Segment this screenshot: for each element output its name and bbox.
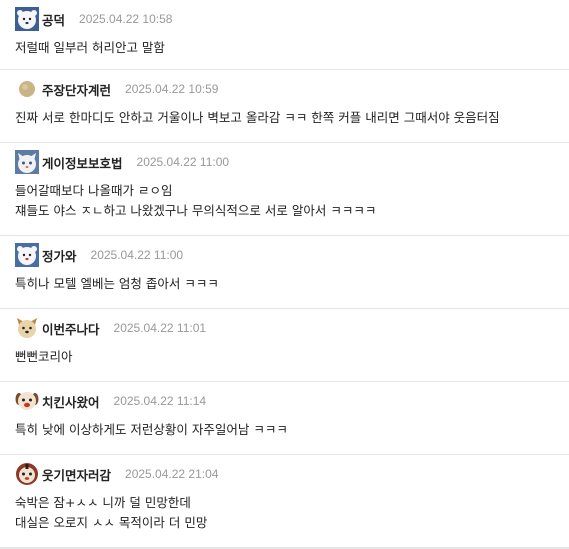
- comment-date: 2025.04.22 11:00: [136, 155, 230, 169]
- comment-text-line: 숙박은 잠+ㅅㅅ 니까 덜 민망한데: [15, 495, 191, 510]
- comment-item: 주장단자계런 2025.04.22 10:59 진짜 서로 한마디도 안하고 거…: [0, 70, 569, 143]
- comment-nickname[interactable]: 이번주나다: [42, 319, 100, 338]
- comment-header: 게이정보보호법 2025.04.22 11:00: [15, 149, 563, 175]
- comment-header: 치킨사왔어 2025.04.22 11:14: [15, 388, 563, 414]
- comment-nickname[interactable]: 공덕: [42, 10, 65, 29]
- puppy-avatar-icon[interactable]: [15, 389, 39, 413]
- comment-nickname[interactable]: 치킨사왔어: [42, 392, 100, 411]
- comment-date: 2025.04.22 11:01: [113, 321, 207, 335]
- comment-item: 이번주나다 2025.04.22 11:01 뻔뻔코리아: [0, 309, 569, 382]
- comment-item: 정가와 2025.04.22 11:00 특히나 모텔 엘베는 엄청 좁아서 ㅋ…: [0, 236, 569, 309]
- comment-nickname[interactable]: 웃기면자러감: [42, 465, 111, 484]
- polar-bear-avatar-icon[interactable]: [15, 7, 39, 31]
- cat-avatar-icon[interactable]: [15, 150, 39, 174]
- comment-body: 숙박은 잠+ㅅㅅ 니까 덜 민망한데 대실은 오로지 ㅅㅅ 목적이라 더 민망: [15, 487, 563, 533]
- comment-date: 2025.04.22 10:58: [79, 12, 173, 26]
- comment-body: 진짜 서로 한마디도 안하고 거울이나 벽보고 올라감 ㅋㅋ 한쪽 커플 내리면…: [15, 102, 563, 128]
- comment-body: 특히나 모텔 엘베는 엄청 좁아서 ㅋㅋㅋ: [15, 268, 563, 294]
- comment-date: 2025.04.22 21:04: [125, 467, 219, 481]
- comment-item: 치킨사왔어 2025.04.22 11:14 특히 낮에 이상하게도 저런상황이…: [0, 382, 569, 455]
- comment-header: 이번주나다 2025.04.22 11:01: [15, 315, 563, 341]
- polar-bear-avatar-icon[interactable]: [15, 243, 39, 267]
- comment-text-line: 들어갈때보다 나올때가 ㄹㅇ임: [15, 183, 173, 198]
- comment-text-line: 특히 낮에 이상하게도 저런상황이 자주일어남 ㅋㅋㅋ: [15, 422, 288, 437]
- comment-body: 특히 낮에 이상하게도 저런상황이 자주일어남 ㅋㅋㅋ: [15, 414, 563, 440]
- comment-item: 공덕 2025.04.22 10:58 저럴때 일부러 허리안고 말함: [0, 0, 569, 70]
- comment-list: 공덕 2025.04.22 10:58 저럴때 일부러 허리안고 말함 주장단자…: [0, 0, 569, 549]
- comment-body: 들어갈때보다 나올때가 ㄹㅇ임 쟤들도 야스 ㅈㄴ하고 나왔겠구나 무의식적으로…: [15, 175, 563, 221]
- dog-avatar-icon[interactable]: [15, 316, 39, 340]
- comment-date: 2025.04.22 11:00: [90, 248, 184, 262]
- comment-text-line: 진짜 서로 한마디도 안하고 거울이나 벽보고 올라감 ㅋㅋ 한쪽 커플 내리면…: [15, 110, 500, 125]
- tiger-avatar-icon[interactable]: [15, 462, 39, 486]
- comment-header: 정가와 2025.04.22 11:00: [15, 242, 563, 268]
- comment-nickname[interactable]: 정가와: [42, 246, 77, 265]
- comment-header: 공덕 2025.04.22 10:58: [15, 6, 563, 32]
- tan-dot-avatar-icon[interactable]: [15, 77, 39, 101]
- comment-date: 2025.04.22 11:14: [113, 394, 207, 408]
- comment-header: 웃기면자러감 2025.04.22 21:04: [15, 461, 563, 487]
- comment-date: 2025.04.22 10:59: [125, 82, 219, 96]
- comment-text-line: 특히나 모텔 엘베는 엄청 좁아서 ㅋㅋㅋ: [15, 276, 219, 291]
- comment-text-line: 대실은 오로지 ㅅㅅ 목적이라 더 민망: [15, 515, 208, 530]
- comment-header: 주장단자계런 2025.04.22 10:59: [15, 76, 563, 102]
- comment-body: 저럴때 일부러 허리안고 말함: [15, 32, 563, 58]
- comment-item: 웃기면자러감 2025.04.22 21:04 숙박은 잠+ㅅㅅ 니까 덜 민망…: [0, 455, 569, 548]
- comment-text-line: 저럴때 일부러 허리안고 말함: [15, 40, 165, 55]
- comment-text-line: 뻔뻔코리아: [15, 349, 73, 364]
- comment-nickname[interactable]: 주장단자계런: [42, 80, 111, 99]
- comment-body: 뻔뻔코리아: [15, 341, 563, 367]
- comment-item: 게이정보보호법 2025.04.22 11:00 들어갈때보다 나올때가 ㄹㅇ임…: [0, 143, 569, 236]
- comment-nickname[interactable]: 게이정보보호법: [42, 153, 123, 172]
- comment-text-line: 쟤들도 야스 ㅈㄴ하고 나왔겠구나 무의식적으로 서로 알아서 ㅋㅋㅋㅋ: [15, 203, 377, 218]
